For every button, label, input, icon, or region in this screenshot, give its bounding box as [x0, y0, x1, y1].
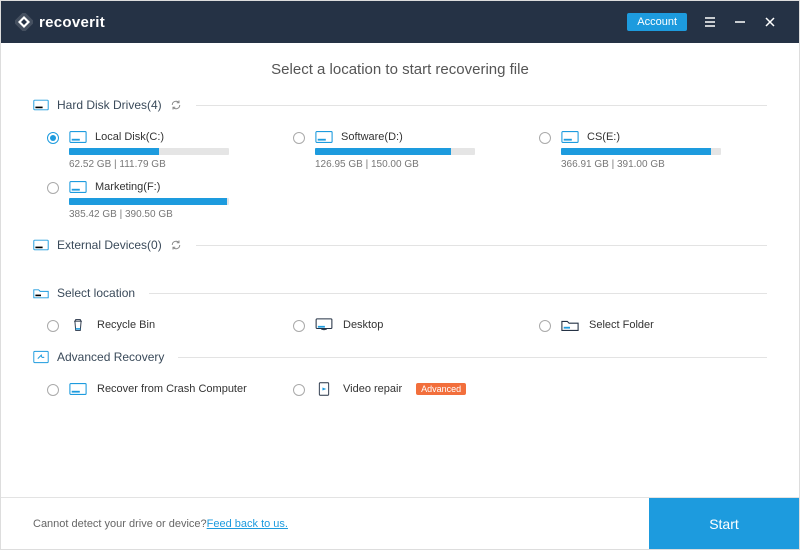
drive-name: Local Disk(C:) [95, 131, 164, 143]
disk-icon [33, 98, 49, 112]
footer: Cannot detect your drive or device? Feed… [1, 497, 799, 549]
app-logo: recoverit [15, 13, 105, 31]
external-disk-icon [33, 238, 49, 252]
radio[interactable] [293, 132, 305, 144]
drive-item[interactable]: Local Disk(C:) 62.52 GB | 111.79 GB [47, 130, 275, 170]
radio[interactable] [47, 182, 59, 194]
radio[interactable] [539, 320, 551, 332]
section-advanced-header: Advanced Recovery [33, 350, 767, 370]
feedback-link[interactable]: Feed back to us. [207, 518, 288, 530]
location-item[interactable]: Select Folder [539, 318, 767, 332]
drive-name: Software(D:) [341, 131, 403, 143]
location-label: Recycle Bin [97, 319, 155, 331]
disk-icon [69, 130, 87, 144]
location-item[interactable]: Recycle Bin [47, 318, 275, 332]
radio[interactable] [47, 320, 59, 332]
advanced-label: Video repair [343, 383, 402, 395]
recycle-bin-icon [69, 318, 87, 332]
refresh-icon[interactable] [170, 99, 182, 111]
close-icon[interactable] [755, 7, 785, 37]
usage-bar [561, 148, 721, 155]
desktop-icon [315, 318, 333, 332]
start-button[interactable]: Start [649, 498, 799, 549]
account-button[interactable]: Account [627, 13, 687, 31]
disk-icon [315, 130, 333, 144]
app-name: recoverit [39, 14, 105, 31]
drive-name: Marketing(F:) [95, 181, 160, 193]
drive-item[interactable]: Marketing(F:) 385.42 GB | 390.50 GB [47, 180, 275, 220]
section-hdd-header: Hard Disk Drives(4) [33, 98, 767, 118]
location-label: Select Folder [589, 319, 654, 331]
advanced-badge: Advanced [416, 383, 466, 395]
folder-open-icon [561, 318, 579, 332]
radio[interactable] [47, 384, 59, 396]
section-location-header: Select location [33, 286, 767, 306]
radio[interactable] [47, 132, 59, 144]
radio[interactable] [539, 132, 551, 144]
section-hdd-label: Hard Disk Drives(4) [57, 98, 162, 112]
minimize-icon[interactable] [725, 7, 755, 37]
section-location-label: Select location [57, 286, 135, 300]
section-external-header: External Devices(0) [33, 238, 767, 258]
video-icon [315, 382, 333, 396]
advanced-label: Recover from Crash Computer [97, 383, 247, 395]
radio[interactable] [293, 384, 305, 396]
drive-item[interactable]: CS(E:) 366.91 GB | 391.00 GB [539, 130, 767, 170]
usage-bar [69, 198, 229, 205]
section-advanced-label: Advanced Recovery [57, 350, 164, 364]
footer-text: Cannot detect your drive or device? [33, 518, 207, 530]
folder-icon [33, 286, 49, 300]
disk-icon [69, 382, 87, 396]
menu-icon[interactable] [695, 7, 725, 37]
page-title: Select a location to start recovering fi… [33, 61, 767, 78]
drive-size: 366.91 GB | 391.00 GB [561, 159, 767, 170]
advanced-item[interactable]: Video repair Advanced [293, 382, 521, 396]
refresh-icon[interactable] [170, 239, 182, 251]
advanced-item[interactable]: Recover from Crash Computer [47, 382, 275, 396]
usage-bar [69, 148, 229, 155]
location-label: Desktop [343, 319, 383, 331]
logo-icon [15, 13, 33, 31]
drive-name: CS(E:) [587, 131, 620, 143]
disk-icon [69, 180, 87, 194]
drive-size: 62.52 GB | 111.79 GB [69, 159, 275, 170]
drive-item[interactable]: Software(D:) 126.95 GB | 150.00 GB [293, 130, 521, 170]
main-content: Select a location to start recovering fi… [1, 43, 799, 497]
usage-bar [315, 148, 475, 155]
titlebar: recoverit Account [1, 1, 799, 43]
drive-size: 126.95 GB | 150.00 GB [315, 159, 521, 170]
drive-size: 385.42 GB | 390.50 GB [69, 209, 275, 220]
section-external-label: External Devices(0) [57, 238, 162, 252]
wrench-icon [33, 350, 49, 364]
disk-icon [561, 130, 579, 144]
radio[interactable] [293, 320, 305, 332]
location-item[interactable]: Desktop [293, 318, 521, 332]
